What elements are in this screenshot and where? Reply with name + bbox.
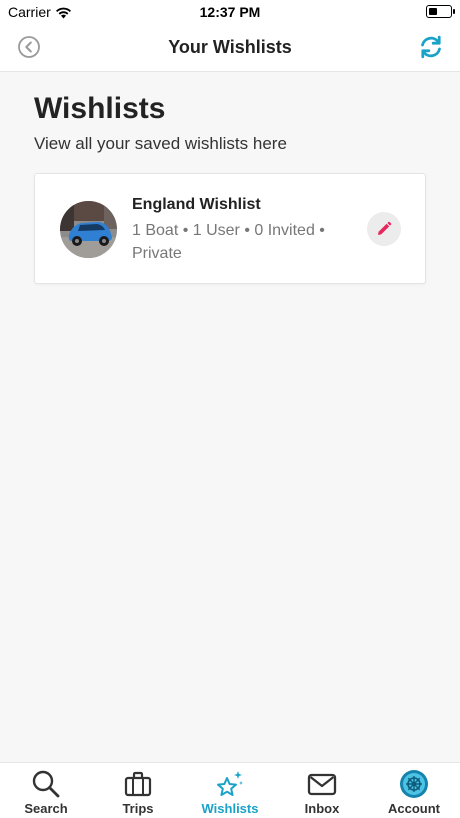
tab-wishlists[interactable]: Wishlists (184, 763, 276, 818)
tab-bar: Search Trips Wishlists Inbox Account (0, 762, 460, 818)
tab-inbox[interactable]: Inbox (276, 763, 368, 818)
car-photo-thumbnail (60, 201, 117, 258)
envelope-icon (307, 773, 337, 796)
tab-label: Account (388, 801, 440, 816)
search-icon (32, 770, 60, 798)
battery-level (429, 8, 438, 15)
edit-wishlist-button[interactable] (367, 212, 401, 246)
nav-title: Your Wishlists (168, 37, 292, 57)
wishlist-name: England Wishlist (132, 196, 261, 213)
main-content: Wishlists View all your saved wishlists … (0, 72, 460, 762)
pencil-icon (378, 221, 392, 235)
battery-icon (426, 5, 455, 18)
page-subtitle: View all your saved wishlists here (34, 134, 287, 153)
wishlist-thumbnail (60, 201, 117, 258)
tab-account[interactable]: Account (368, 763, 460, 818)
avatar-icon (400, 770, 428, 798)
tab-label: Search (24, 801, 68, 816)
tab-search[interactable]: Search (0, 763, 92, 818)
tab-label: Wishlists (201, 801, 259, 816)
tab-label: Trips (122, 801, 154, 816)
wishlist-meta: 1 Boat • 1 User • 0 Invited • Private (132, 222, 325, 262)
tab-trips[interactable]: Trips (92, 763, 184, 818)
status-time: 12:37 PM (199, 4, 261, 20)
status-bar: Carrier 12:37 PM (0, 0, 460, 24)
navigation-bar: Your Wishlists (0, 24, 460, 72)
briefcase-icon (124, 771, 152, 797)
refresh-icon[interactable] (418, 34, 444, 60)
sparkle-stars-icon (217, 771, 243, 796)
wishlist-card[interactable]: England Wishlist 1 Boat • 1 User • 0 Inv… (34, 173, 426, 284)
tab-label: Inbox (304, 801, 340, 816)
page-title: Wishlists (34, 92, 166, 125)
